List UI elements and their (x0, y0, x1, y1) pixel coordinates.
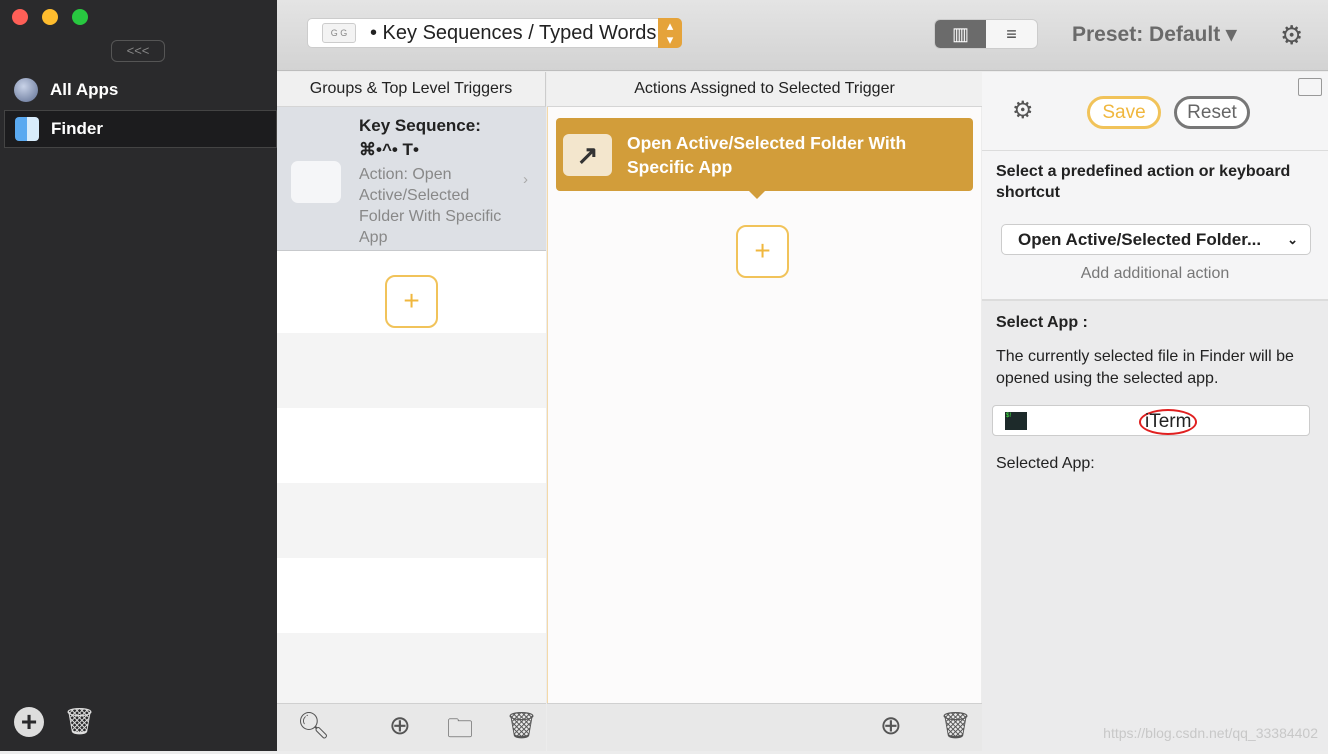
watermark: https://blog.csdn.net/qq_33384402 (1103, 725, 1318, 741)
action-gear-icon[interactable]: ⚙ (1012, 96, 1034, 125)
toolbar: G G • Key Sequences / Typed Words ▴ ▾ ▥ ≡… (277, 0, 1328, 71)
add-app-button[interactable]: + (14, 707, 44, 737)
sidebar-item-label: All Apps (50, 80, 119, 99)
collapse-sidebar-button[interactable]: <<< (111, 40, 165, 62)
select-app-description: The currently selected file in Finder wi… (996, 348, 1294, 387)
sidebar-item-finder[interactable]: Finder (4, 110, 277, 148)
actions-list: ↗ Open Active/Selected Folder With Speci… (547, 107, 981, 703)
sidebar: <<< All Apps Finder + 🗑 (0, 0, 277, 751)
list-view-icon[interactable]: ≡ (986, 20, 1037, 48)
share-open-icon: ↗ (563, 134, 612, 176)
iterm-icon: $! (1005, 412, 1027, 430)
actions-bottom-bar: ⊕ 🗑 (547, 703, 982, 751)
add-action-icon[interactable]: ⊕ (880, 710, 902, 741)
trigger-keys: ⌘•^• T• (359, 140, 419, 159)
new-folder-icon[interactable]: 🗀 (447, 710, 473, 754)
save-button[interactable]: Save (1087, 96, 1161, 129)
trash-icon[interactable]: 🗑 (939, 710, 972, 741)
delete-app-button[interactable]: 🗑 (63, 706, 96, 737)
add-action-button[interactable]: + (736, 225, 789, 278)
globe-icon (14, 78, 38, 102)
trigger-type-label: • Key Sequences / Typed Words (370, 21, 657, 44)
select-app-heading: Select App : (996, 314, 1088, 331)
zoom-window-button[interactable] (72, 9, 88, 25)
minimize-window-button[interactable] (42, 9, 58, 25)
add-trigger-button[interactable]: + (385, 275, 438, 328)
chevron-right-icon: › (523, 171, 528, 188)
add-trigger-icon[interactable]: ⊕ (389, 710, 411, 741)
triggers-list: Key Sequence: ⌘•^• T• Action: Open Active… (277, 107, 546, 708)
triggers-bottom-bar: 🔍︎ ⊕ 🗀 🗑 (277, 703, 546, 751)
trigger-type-select[interactable]: G G • Key Sequences / Typed Words ▴ ▾ (307, 18, 682, 48)
selected-app-label: Selected App: (996, 455, 1095, 472)
finder-icon (15, 117, 39, 141)
action-config-panel: ⚙ Save Reset Select a predefined action … (982, 72, 1328, 751)
app-name: iTerm (1139, 409, 1198, 435)
actions-column-header: Actions Assigned to Selected Trigger (547, 72, 982, 107)
trigger-row[interactable]: Key Sequence: ⌘•^• T• Action: Open Active… (277, 107, 546, 251)
search-icon[interactable]: 🔍︎ (297, 710, 330, 741)
add-additional-action-link[interactable]: Add additional action (982, 265, 1328, 283)
predefined-action-heading: Select a predefined action or keyboard s… (996, 163, 1291, 201)
trigger-icon-placeholder (291, 161, 341, 203)
sidebar-item-label: Finder (51, 119, 103, 138)
reset-button[interactable]: Reset (1174, 96, 1250, 129)
trigger-description: Action: Open Active/Selected Folder With… (359, 166, 502, 246)
view-mode-toggle[interactable]: ▥ ≡ (934, 19, 1038, 49)
key-sequence-icon: G G (322, 23, 356, 43)
close-window-button[interactable] (12, 9, 28, 25)
preset-menu[interactable]: Preset: Default ▾ (1072, 22, 1237, 47)
chevron-down-icon: ⌄ (1287, 232, 1298, 247)
predefined-action-dropdown[interactable]: Open Active/Selected Folder... ⌄ (1001, 224, 1311, 255)
detach-window-icon[interactable] (1298, 78, 1322, 96)
sidebar-item-all-apps[interactable]: All Apps (4, 71, 277, 109)
trigger-title: Key Sequence: (359, 116, 481, 135)
dropdown-value: Open Active/Selected Folder... (1018, 230, 1262, 249)
updown-chevron-icon: ▴ ▾ (658, 18, 682, 48)
triggers-column-header: Groups & Top Level Triggers (277, 72, 546, 107)
trash-icon[interactable]: 🗑 (505, 710, 538, 741)
action-label: Open Active/Selected Folder With Specifi… (627, 133, 907, 177)
app-picker[interactable]: $! iTerm (992, 405, 1310, 436)
settings-gear-icon[interactable]: ⚙ (1280, 20, 1303, 51)
columns-view-icon[interactable]: ▥ (935, 20, 986, 48)
action-item[interactable]: ↗ Open Active/Selected Folder With Speci… (556, 118, 973, 199)
